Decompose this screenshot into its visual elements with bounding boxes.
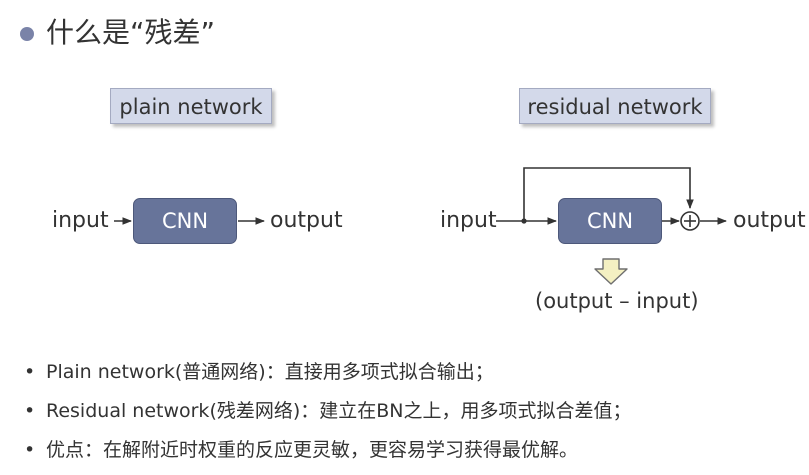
bullet-text: Residual network(残差网络)：建立在BN之上，用多项式拟合差值；: [46, 400, 632, 422]
down-arrow-icon: [594, 258, 628, 285]
bullet-marker: •: [24, 400, 36, 422]
res-cnn-block: CNN: [558, 198, 662, 244]
bullet-text: 优点：在解附近时权重的反应更灵敏，更容易学习获得最优解。: [46, 439, 579, 461]
plain-input-text: input: [52, 208, 109, 233]
bullet-marker: •: [24, 439, 36, 461]
plain-cnn-block: CNN: [133, 198, 237, 244]
list-item: • Residual network(残差网络)：建立在BN之上，用多项式拟合差值…: [24, 399, 632, 423]
bullet-marker: •: [24, 361, 36, 383]
list-item: • Plain network(普通网络)：直接用多项式拟合输出；: [24, 360, 494, 384]
plain-network-label: plain network: [110, 88, 272, 124]
plain-output-text: output: [270, 208, 343, 233]
list-item: • 优点：在解附近时权重的反应更灵敏，更容易学习获得最优解。: [24, 438, 578, 462]
bullet-text: Plain network(普通网络)：直接用多项式拟合输出；: [46, 361, 494, 383]
residual-difference-text: (output – input): [535, 289, 699, 313]
residual-network-label: residual network: [519, 88, 711, 124]
res-input-text: input: [440, 208, 497, 233]
res-output-text: output: [733, 208, 806, 233]
